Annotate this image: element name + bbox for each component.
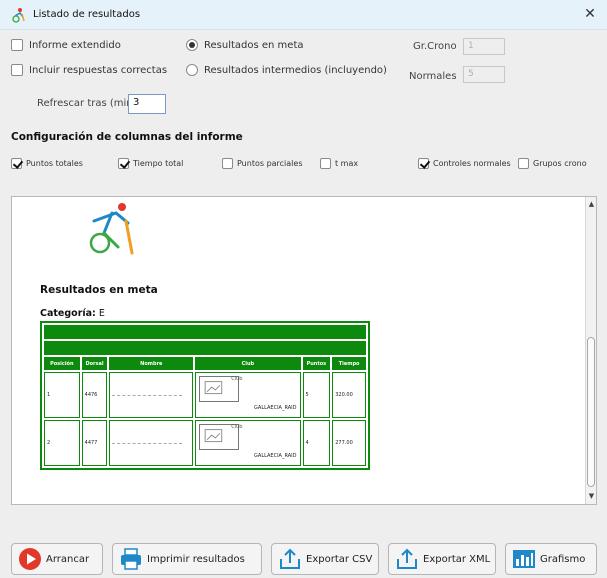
cell-pos: 1: [44, 372, 80, 418]
normales-field[interactable]: 5: [463, 66, 505, 83]
cell-tiempo: 320.00: [332, 372, 366, 418]
grafismo-button[interactable]: Grafismo: [505, 543, 597, 575]
gr-crono-label: Gr.Crono: [413, 41, 457, 52]
checkbox-box[interactable]: [418, 158, 429, 169]
checkbox-box[interactable]: [320, 158, 331, 169]
bar-chart-icon: [513, 550, 535, 568]
col-label: Tiempo total: [133, 159, 184, 168]
col-label: Controles normales: [433, 159, 511, 168]
table-header-row: Posición Dorsal Nombre Club Puntos Tiemp…: [44, 357, 366, 370]
exportar-xml-button[interactable]: Exportar XML: [388, 543, 496, 575]
club-name: GALLAECIA_RAID: [254, 453, 297, 459]
informe-extendido-label: Informe extendido: [29, 39, 121, 51]
col-tiempo-total-checkbox[interactable]: Tiempo total: [118, 158, 183, 169]
printer-icon: [121, 548, 141, 570]
cell-name-redacted: [109, 420, 194, 466]
col-label: Puntos totales: [26, 159, 83, 168]
vertical-scrollbar[interactable]: ▲ ▼: [585, 197, 596, 504]
cell-tiempo: 277.00: [332, 420, 366, 466]
col-header: Puntos: [302, 357, 331, 370]
resultados-meta-label: Resultados en meta: [204, 39, 304, 51]
report-heading: Resultados en meta: [40, 284, 158, 296]
refrescar-label: Refrescar tras (min.): [37, 98, 140, 109]
checkbox-box[interactable]: [11, 158, 22, 169]
upload-icon: [397, 548, 417, 569]
checkbox-box[interactable]: [222, 158, 233, 169]
close-icon[interactable]: ✕: [581, 5, 599, 23]
cell-dorsal: 4477: [81, 420, 108, 466]
imprimir-button[interactable]: Imprimir resultados: [112, 543, 262, 575]
cell-pos: 2: [44, 420, 80, 466]
redacted-name: [112, 394, 183, 396]
refrescar-input[interactable]: 3: [128, 94, 166, 114]
checkbox-box[interactable]: [11, 64, 23, 76]
play-icon: [19, 548, 41, 570]
col-header: Dorsal: [81, 357, 108, 370]
upload-icon: [280, 548, 300, 569]
resultados-intermedios-label: Resultados intermedios (incluyendo): [204, 64, 387, 76]
cell-dorsal: 4476: [81, 372, 108, 418]
cell-club: Club GALLAECIA_RAID: [195, 372, 301, 418]
redacted-name: [112, 442, 183, 444]
category-value: E: [98, 308, 105, 319]
club-alt-text: Club: [231, 424, 243, 430]
columns-section-title: Configuración de columnas del informe: [11, 131, 243, 143]
gr-crono-field[interactable]: 1: [463, 38, 505, 55]
club-name: GALLAECIA_RAID: [254, 405, 297, 411]
checkbox-box[interactable]: [518, 158, 529, 169]
col-label: Puntos parciales: [237, 159, 303, 168]
scroll-thumb[interactable]: [587, 337, 595, 487]
app-logo-icon: [12, 8, 25, 23]
exportar-xml-label: Exportar XML: [423, 553, 491, 565]
col-puntos-parciales-checkbox[interactable]: Puntos parciales: [222, 158, 303, 169]
checkbox-box[interactable]: [11, 39, 23, 51]
imprimir-label: Imprimir resultados: [147, 553, 245, 565]
radio-dot[interactable]: [186, 64, 198, 76]
category-label: Categoría:: [40, 308, 96, 319]
col-grupos-crono-checkbox[interactable]: Grupos crono: [518, 158, 587, 169]
window-title: Listado de resultados: [33, 9, 141, 20]
category-line: Categoría: E: [40, 308, 105, 319]
arrancar-button[interactable]: Arrancar: [11, 543, 103, 575]
col-header: Club: [195, 357, 301, 370]
cell-puntos: 5: [302, 372, 331, 418]
club-alt-text: Club: [231, 376, 243, 382]
col-controles-normales-checkbox[interactable]: Controles normales: [418, 158, 511, 169]
grafismo-label: Grafismo: [540, 553, 586, 565]
resultados-intermedios-radio[interactable]: Resultados intermedios (incluyendo): [186, 64, 387, 76]
col-label: t max: [335, 159, 359, 168]
report-viewer[interactable]: Resultados en meta Categoría: E Posición…: [11, 196, 597, 505]
exportar-csv-label: Exportar CSV: [306, 553, 373, 565]
sport-logo-icon: [89, 203, 134, 255]
exportar-csv-button[interactable]: Exportar CSV: [271, 543, 379, 575]
checkbox-box[interactable]: [118, 158, 129, 169]
radio-dot[interactable]: [186, 39, 198, 51]
col-label: Grupos crono: [533, 159, 587, 168]
col-header: Posición: [44, 357, 80, 370]
cell-club: Club GALLAECIA_RAID: [195, 420, 301, 466]
table-band: [44, 325, 366, 339]
col-header: Nombre: [109, 357, 194, 370]
table-band: [44, 341, 366, 355]
results-table: Posición Dorsal Nombre Club Puntos Tiemp…: [40, 321, 370, 470]
cell-name-redacted: [109, 372, 194, 418]
informe-extendido-checkbox[interactable]: Informe extendido: [11, 39, 121, 51]
incluir-respuestas-checkbox[interactable]: Incluir respuestas correctas: [11, 64, 167, 76]
col-header: Tiempo: [332, 357, 366, 370]
table-row: 1 4476 Club GALLAECIA_RAID 5 320.00: [44, 372, 366, 418]
scroll-up-icon[interactable]: ▲: [586, 199, 596, 210]
scroll-down-icon[interactable]: ▼: [586, 491, 596, 502]
title-bar: Listado de resultados ✕: [0, 0, 607, 30]
col-t-max-checkbox[interactable]: t max: [320, 158, 358, 169]
arrancar-label: Arrancar: [46, 553, 90, 565]
col-puntos-totales-checkbox[interactable]: Puntos totales: [11, 158, 83, 169]
table-row: 2 4477 Club GALLAECIA_RAID 4 277.00: [44, 420, 366, 466]
incluir-respuestas-label: Incluir respuestas correctas: [29, 64, 168, 76]
cell-puntos: 4: [302, 420, 331, 466]
normales-label: Normales: [409, 71, 457, 82]
resultados-meta-radio[interactable]: Resultados en meta: [186, 39, 304, 51]
